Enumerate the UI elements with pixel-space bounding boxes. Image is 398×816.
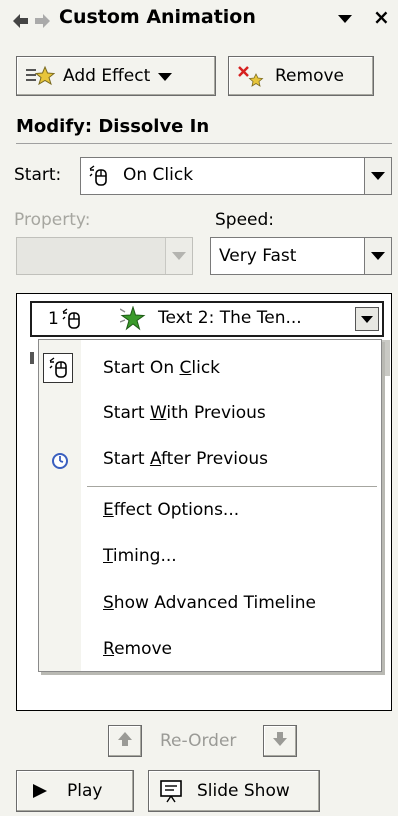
label-part: Start On (103, 358, 180, 378)
add-effect-star-icon (25, 65, 56, 87)
label-part: lick (191, 358, 221, 378)
up-arrow-icon (116, 730, 134, 753)
menu-item-label: Show Advanced Timeline (103, 593, 316, 613)
menu-mouse-icon (47, 356, 71, 385)
play-icon (31, 782, 49, 800)
add-effect-dropdown-icon (158, 66, 173, 86)
label-accelerator: S (103, 593, 114, 613)
animation-list-item[interactable]: 1 Text 2: The Ten... (30, 301, 384, 337)
start-dropdown-icon[interactable] (364, 158, 391, 194)
menu-item-start-after-previous[interactable]: Start After Previous (39, 441, 381, 481)
label-part: ith Previous (166, 403, 266, 423)
down-arrow-icon (271, 730, 289, 753)
menu-item-label: Start On Click (103, 358, 220, 378)
menu-item-effect-options[interactable]: Effect Options... (39, 492, 381, 532)
label-part: iming... (112, 546, 177, 566)
modify-divider (16, 143, 392, 144)
menu-item-label: Start With Previous (103, 403, 266, 423)
remove-label: Remove (275, 66, 344, 86)
slideshow-icon (159, 779, 185, 803)
menu-item-label: Remove (103, 639, 172, 659)
speed-dropdown-icon[interactable] (364, 238, 391, 274)
label-accelerator: C (179, 358, 192, 378)
menu-item-show-advanced-timeline[interactable]: Show Advanced Timeline (39, 585, 381, 625)
menu-item-label: Effect Options... (103, 500, 239, 520)
label-accelerator: A (149, 449, 161, 469)
speed-label: Speed: (215, 210, 275, 230)
start-label: Start: (14, 165, 62, 185)
modify-heading: Modify: Dissolve In (16, 116, 210, 137)
entrance-effect-star-icon (119, 305, 146, 337)
timeline-scroll-stub (382, 340, 390, 376)
menu-item-label: Start After Previous (103, 449, 268, 469)
label-accelerator: W (149, 403, 167, 423)
reorder-up-button[interactable] (108, 725, 142, 757)
label-part: ffect Options... (113, 500, 240, 520)
clock-icon (51, 452, 69, 475)
label-accelerator: T (103, 546, 113, 566)
reorder-label: Re-Order (160, 731, 237, 751)
speed-select[interactable]: Very Fast (210, 237, 392, 275)
close-icon[interactable]: × (373, 5, 390, 29)
property-label: Property: (14, 210, 91, 230)
play-label: Play (67, 781, 103, 801)
label-part: how Advanced Timeline (113, 593, 316, 613)
reorder-down-button[interactable] (263, 725, 297, 757)
label-accelerator: E (103, 500, 114, 520)
item-dropdown-button[interactable] (355, 307, 379, 331)
forward-arrow-icon[interactable] (33, 12, 51, 30)
add-effect-button[interactable]: Add Effect (16, 56, 216, 96)
slide-show-button[interactable]: Slide Show (148, 770, 320, 812)
menu-separator (87, 486, 377, 487)
menu-item-timing[interactable]: Timing... (39, 538, 381, 578)
label-part: Start (103, 449, 150, 469)
menu-item-label: Timing... (103, 546, 177, 566)
start-value: On Click (123, 165, 194, 185)
item-number: 1 (48, 309, 59, 329)
menu-item-start-with-previous[interactable]: Start With Previous (39, 395, 381, 435)
context-menu: Start On Click Start With Previous Start… (38, 339, 382, 672)
menu-item-remove[interactable]: Remove (39, 631, 381, 671)
label-part: Start (103, 403, 150, 423)
mouse-icon (87, 164, 111, 193)
panel-title: Custom Animation (59, 6, 256, 28)
remove-icon (237, 64, 265, 88)
remove-button[interactable]: Remove (228, 56, 374, 96)
slideshow-label: Slide Show (197, 781, 290, 801)
speed-value: Very Fast (219, 246, 297, 266)
label-accelerator: R (103, 639, 115, 659)
back-arrow-icon[interactable] (12, 12, 30, 30)
label-part: fter Previous (160, 449, 269, 469)
item-label: Text 2: The Ten... (158, 308, 302, 328)
play-button[interactable]: Play (16, 770, 134, 812)
list-row-marker (30, 352, 34, 364)
menu-item-start-on-click[interactable]: Start On Click (39, 349, 381, 391)
item-mouse-icon (60, 307, 84, 336)
property-dropdown-icon (165, 238, 192, 274)
label-part: emove (114, 639, 173, 659)
property-select (16, 237, 193, 275)
panel-menu-dropdown-icon[interactable] (338, 15, 352, 23)
add-effect-label: Add Effect (63, 66, 151, 86)
start-select[interactable]: On Click (80, 157, 392, 195)
